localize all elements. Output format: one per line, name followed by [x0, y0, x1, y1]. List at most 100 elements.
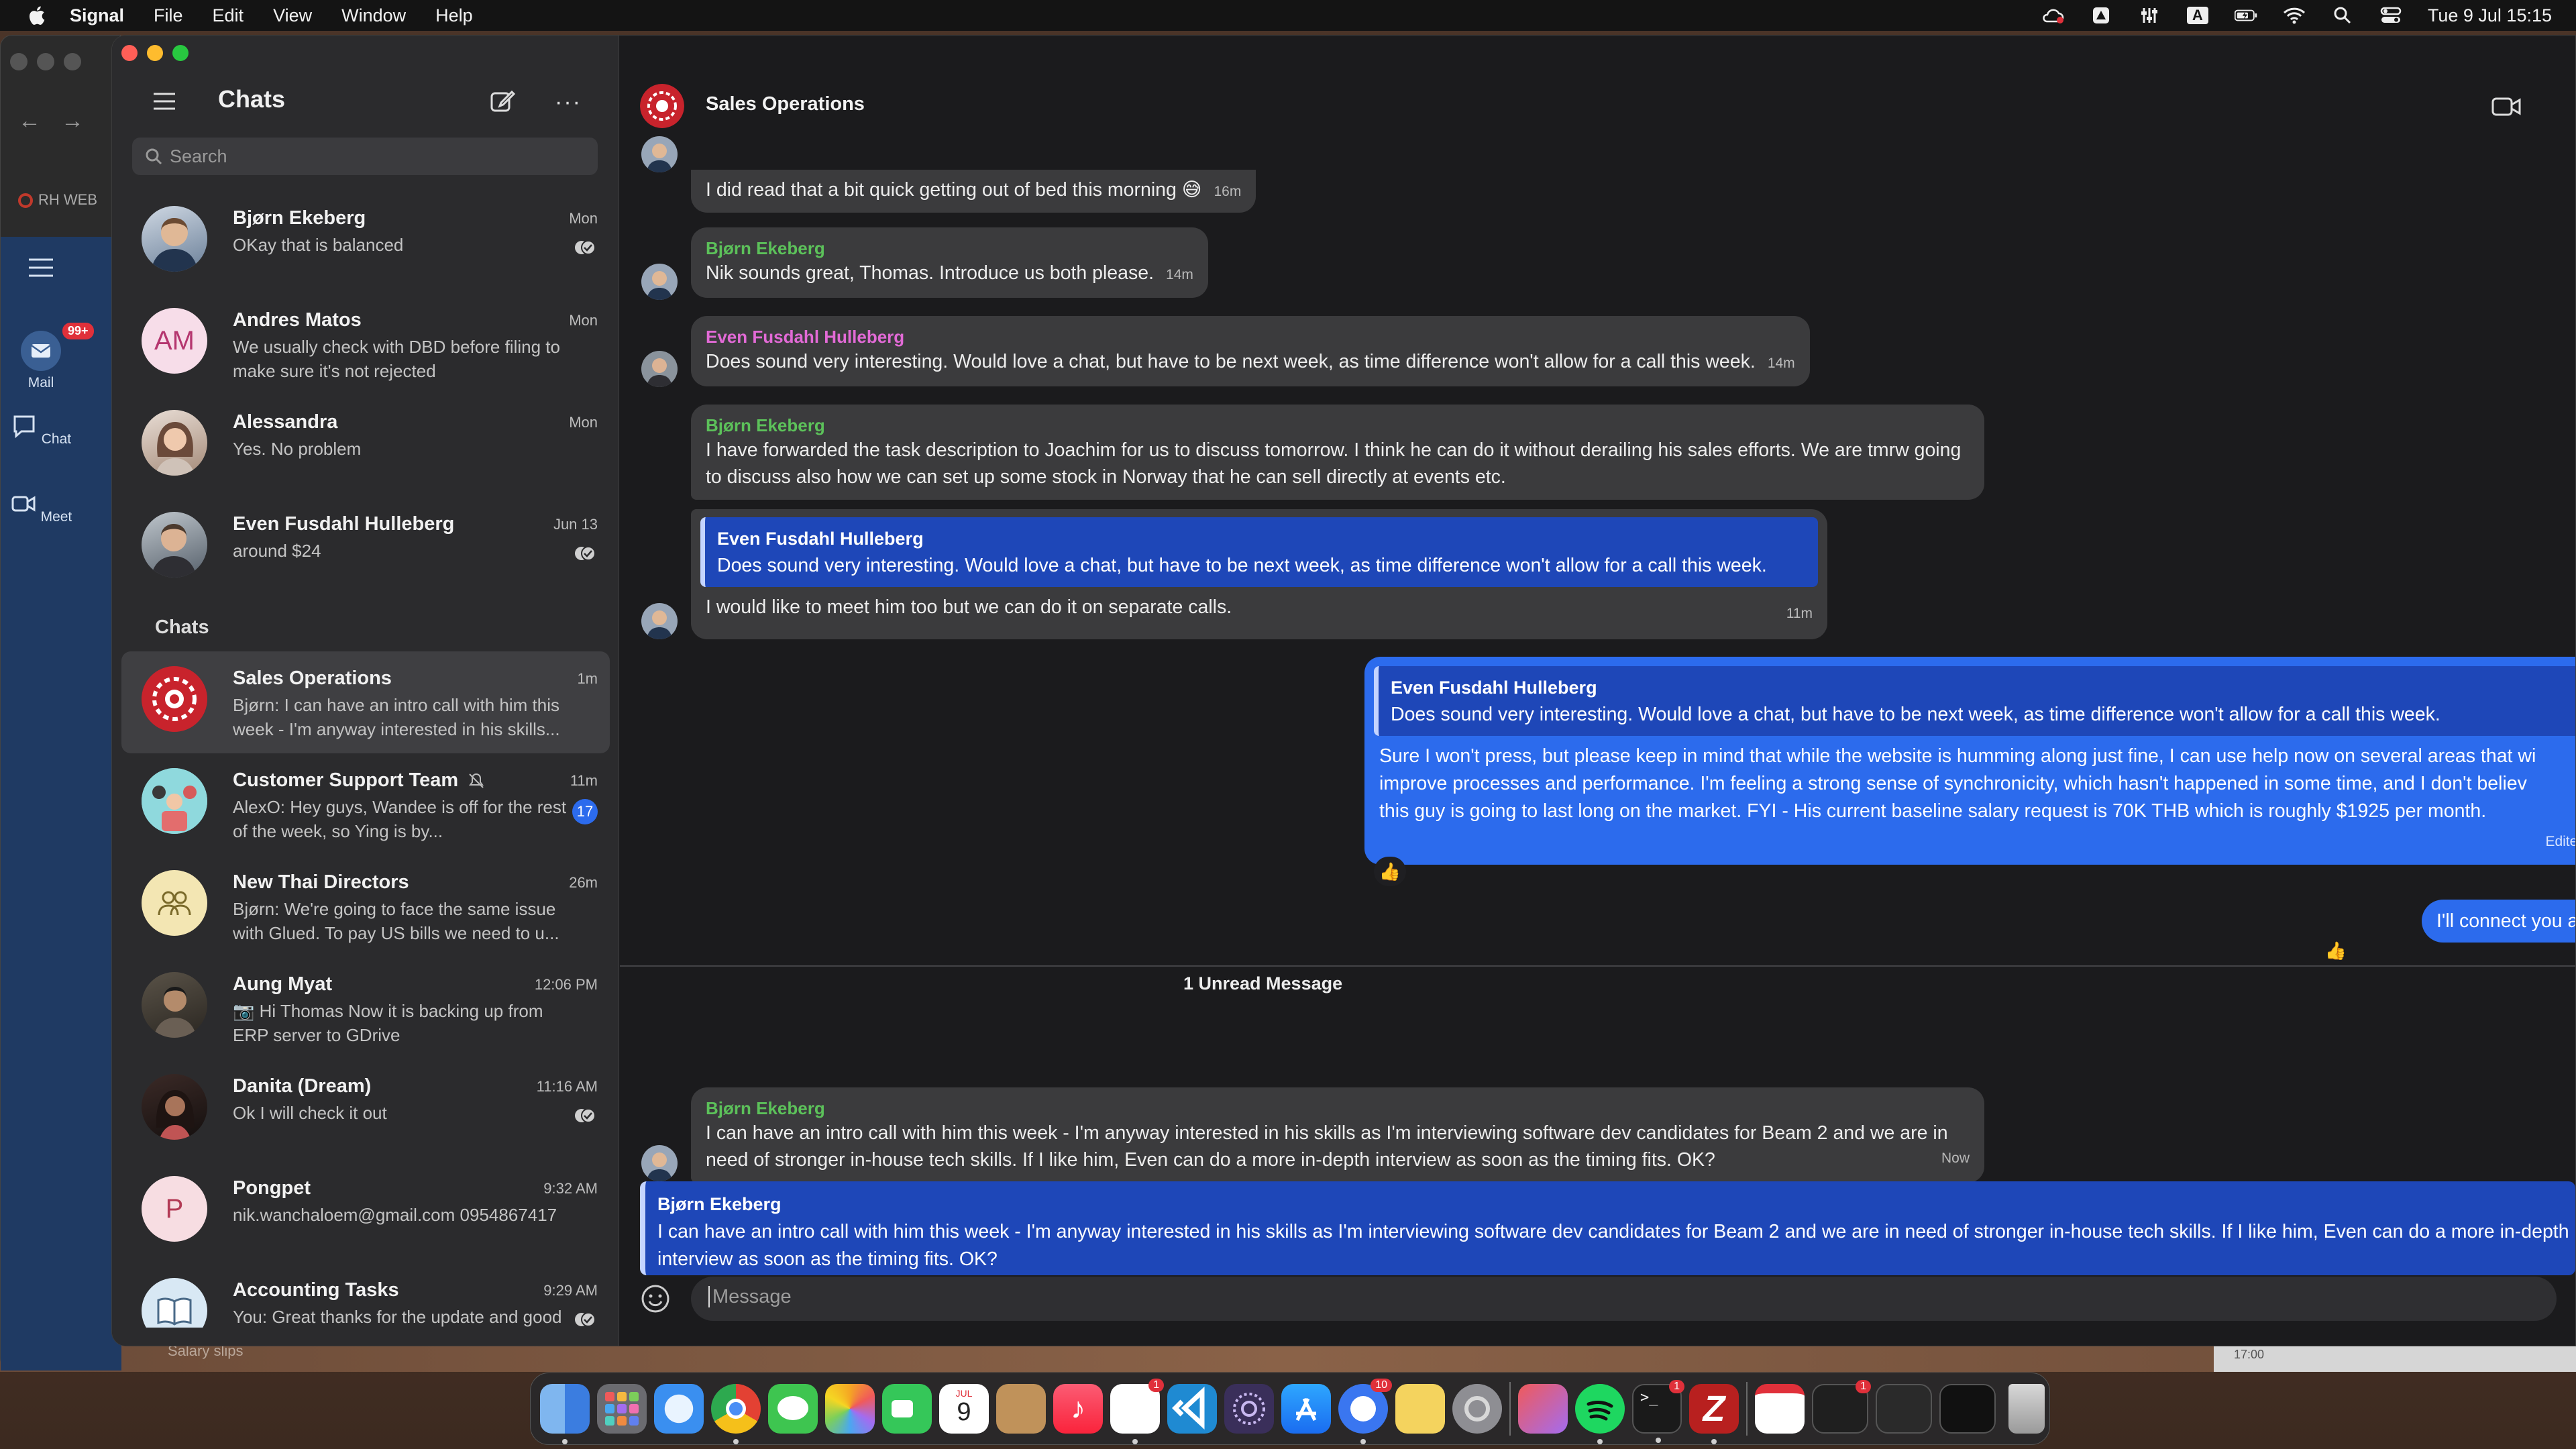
message-bubble[interactable]: Bjørn Ekeberg I can have an intro call w… — [691, 1087, 1984, 1183]
terminal-icon[interactable]: >_ 1 — [1632, 1380, 1684, 1443]
menu-help[interactable]: Help — [435, 5, 473, 26]
sender-avatar[interactable] — [641, 351, 678, 387]
teams-mail[interactable]: 99+ Mail — [1, 321, 95, 391]
hamburger-menu-icon[interactable] — [152, 91, 176, 112]
message-author[interactable]: Bjørn Ekeberg — [706, 1097, 1970, 1120]
teams-chat[interactable]: Chat — [1, 413, 81, 447]
spiral-app-icon[interactable] — [1224, 1384, 1274, 1434]
apple-icon[interactable] — [27, 5, 46, 26]
spotify-icon[interactable] — [1575, 1384, 1625, 1444]
zoom-window-icon[interactable] — [172, 45, 189, 61]
calendar-icon[interactable]: JUL 9 — [939, 1384, 989, 1434]
compose-icon[interactable] — [489, 88, 516, 115]
search-input[interactable]: Search — [132, 138, 598, 175]
menu-clock[interactable]: Tue 9 Jul 15:15 — [2428, 5, 2552, 26]
facetime-icon[interactable] — [882, 1384, 932, 1434]
bg-minimize-icon[interactable] — [37, 53, 54, 70]
menu-view[interactable]: View — [273, 5, 312, 26]
quoted-message[interactable]: Even Fusdahl Hulleberg Does sound very i… — [700, 517, 1818, 587]
group-avatar[interactable] — [640, 84, 684, 128]
contacts-icon[interactable] — [996, 1384, 1046, 1434]
chat-item-customer-support[interactable]: Customer Support Team AlexO: Hey guys, W… — [121, 753, 610, 855]
chat-item-danita[interactable]: Danita (Dream) Ok I will check it out 11… — [121, 1059, 610, 1161]
close-window-icon[interactable] — [121, 45, 138, 61]
message-bubble[interactable]: Even Fusdahl Hulleberg Does sound very i… — [691, 509, 1827, 639]
screen-3-icon[interactable] — [1939, 1384, 1996, 1434]
message-author[interactable]: Bjørn Ekeberg — [706, 237, 1193, 260]
reaction-thumbs-up[interactable]: 👍 — [2320, 936, 2352, 965]
teams-meet[interactable]: Meet — [1, 490, 81, 525]
emoji-icon[interactable] — [640, 1283, 671, 1314]
safari-icon[interactable] — [654, 1384, 704, 1434]
signal-icon[interactable]: 10 — [1338, 1379, 1392, 1444]
message-author[interactable]: Bjørn Ekeberg — [706, 414, 1970, 437]
chat-preview: Ok I will check it out — [233, 1103, 387, 1123]
sender-avatar[interactable] — [641, 136, 678, 172]
vscode-icon[interactable] — [1167, 1384, 1217, 1434]
drive-icon[interactable] — [2090, 5, 2112, 25]
menu-window[interactable]: Window — [341, 5, 406, 26]
sender-avatar[interactable] — [641, 603, 678, 639]
bg-zoom-icon[interactable] — [64, 53, 81, 70]
outgoing-message-bubble[interactable]: Even Fusdahl Hulleberg Does sound very i… — [1364, 657, 2575, 865]
message-bubble[interactable]: Bjørn Ekeberg I have forwarded the task … — [691, 405, 1984, 500]
chat-item-even[interactable]: Even Fusdahl Hulleberg around $24 Jun 13 — [121, 497, 610, 599]
chrome-icon[interactable] — [711, 1384, 761, 1444]
photos-icon[interactable] — [825, 1384, 875, 1434]
outgoing-message-bubble[interactable]: I'll connect you all via email. — [2422, 900, 2575, 943]
chat-item-sales-operations[interactable]: Sales Operations Bjørn: I can have an in… — [121, 651, 610, 753]
music-icon[interactable]: ♪ — [1053, 1384, 1103, 1434]
equalizer-icon[interactable] — [2138, 5, 2161, 25]
launchpad-icon[interactable] — [597, 1384, 647, 1434]
conversation-title[interactable]: Sales Operations — [706, 93, 865, 115]
teams-menu-icon[interactable] — [28, 257, 54, 278]
message-text: Does sound very interesting. Would love … — [706, 351, 1756, 372]
chat-item-aung-myat[interactable]: Aung Myat 📷 Hi Thomas Now it is backing … — [121, 957, 610, 1059]
screen-2-icon[interactable] — [1876, 1384, 1932, 1434]
chat-item-alessandra[interactable]: Alessandra Yes. No problem Mon — [121, 395, 610, 497]
bg-close-icon[interactable] — [10, 53, 28, 70]
bg-nav-arrows[interactable]: ←→ — [18, 108, 104, 134]
calendar-app-icon[interactable] — [1755, 1384, 1805, 1434]
system-settings-icon[interactable] — [1452, 1384, 1502, 1434]
creative-cloud-icon[interactable] — [1518, 1384, 1568, 1434]
message-bubble[interactable]: Even Fusdahl Hulleberg Does sound very i… — [691, 316, 1810, 386]
screen-1-icon[interactable]: 1 — [1812, 1380, 1871, 1434]
finder-icon[interactable] — [540, 1384, 590, 1444]
chat-item-accounting-tasks[interactable]: Accounting Tasks You: Great thanks for t… — [121, 1263, 610, 1328]
menu-edit[interactable]: Edit — [213, 5, 244, 26]
wifi-icon[interactable] — [2283, 5, 2306, 25]
message-bubble[interactable]: I did read that a bit quick getting out … — [691, 170, 1256, 213]
spotlight-icon[interactable] — [2331, 5, 2354, 25]
chat-item-pongpet[interactable]: P Pongpet nik.wanchaloem@gmail.com 09548… — [121, 1161, 610, 1263]
message-bubble[interactable]: Bjørn Ekeberg Nik sounds great, Thomas. … — [691, 227, 1208, 298]
input-source-icon[interactable]: A — [2186, 5, 2209, 25]
chat-item-andres[interactable]: AM Andres Matos We usually check with DB… — [121, 293, 610, 395]
chat-time: Mon — [569, 210, 598, 227]
bg-tab[interactable]: RH WEB — [18, 191, 97, 209]
menu-app-signal[interactable]: Signal — [70, 5, 124, 26]
reaction-thumbs-up[interactable]: 👍 — [1374, 857, 1406, 886]
sender-avatar[interactable] — [641, 264, 678, 300]
chat-item-bjorn[interactable]: Bjørn Ekeberg OKay that is balanced Mon — [121, 191, 610, 293]
control-center-icon[interactable] — [2379, 5, 2402, 25]
conversation-panel: Sales Operations I did read that a bit q… — [620, 36, 2575, 1346]
reply-preview[interactable]: Bjørn Ekeberg I can have an intro call w… — [640, 1181, 2575, 1275]
cloud-sync-icon[interactable] — [2041, 5, 2064, 25]
reminders-icon[interactable]: 1 — [1110, 1379, 1164, 1444]
more-options-icon[interactable]: ··· — [555, 89, 582, 115]
trash-icon[interactable] — [2008, 1384, 2045, 1434]
sender-avatar[interactable] — [641, 1145, 678, 1181]
message-author[interactable]: Even Fusdahl Hulleberg — [706, 325, 1795, 348]
quoted-message[interactable]: Even Fusdahl Hulleberg Does sound very i… — [1374, 666, 2575, 736]
battery-icon[interactable] — [2234, 5, 2257, 25]
messages-icon[interactable] — [768, 1384, 818, 1434]
video-call-icon[interactable] — [2491, 96, 2521, 117]
filezilla-icon[interactable]: Z — [1689, 1384, 1739, 1444]
menu-file[interactable]: File — [154, 5, 183, 26]
minimize-window-icon[interactable] — [147, 45, 163, 61]
notes-app-icon[interactable] — [1395, 1384, 1445, 1434]
chat-item-new-thai-directors[interactable]: New Thai Directors Bjørn: We're going to… — [121, 855, 610, 957]
message-input[interactable]: Message — [691, 1277, 2557, 1321]
app-store-icon[interactable] — [1281, 1384, 1331, 1434]
